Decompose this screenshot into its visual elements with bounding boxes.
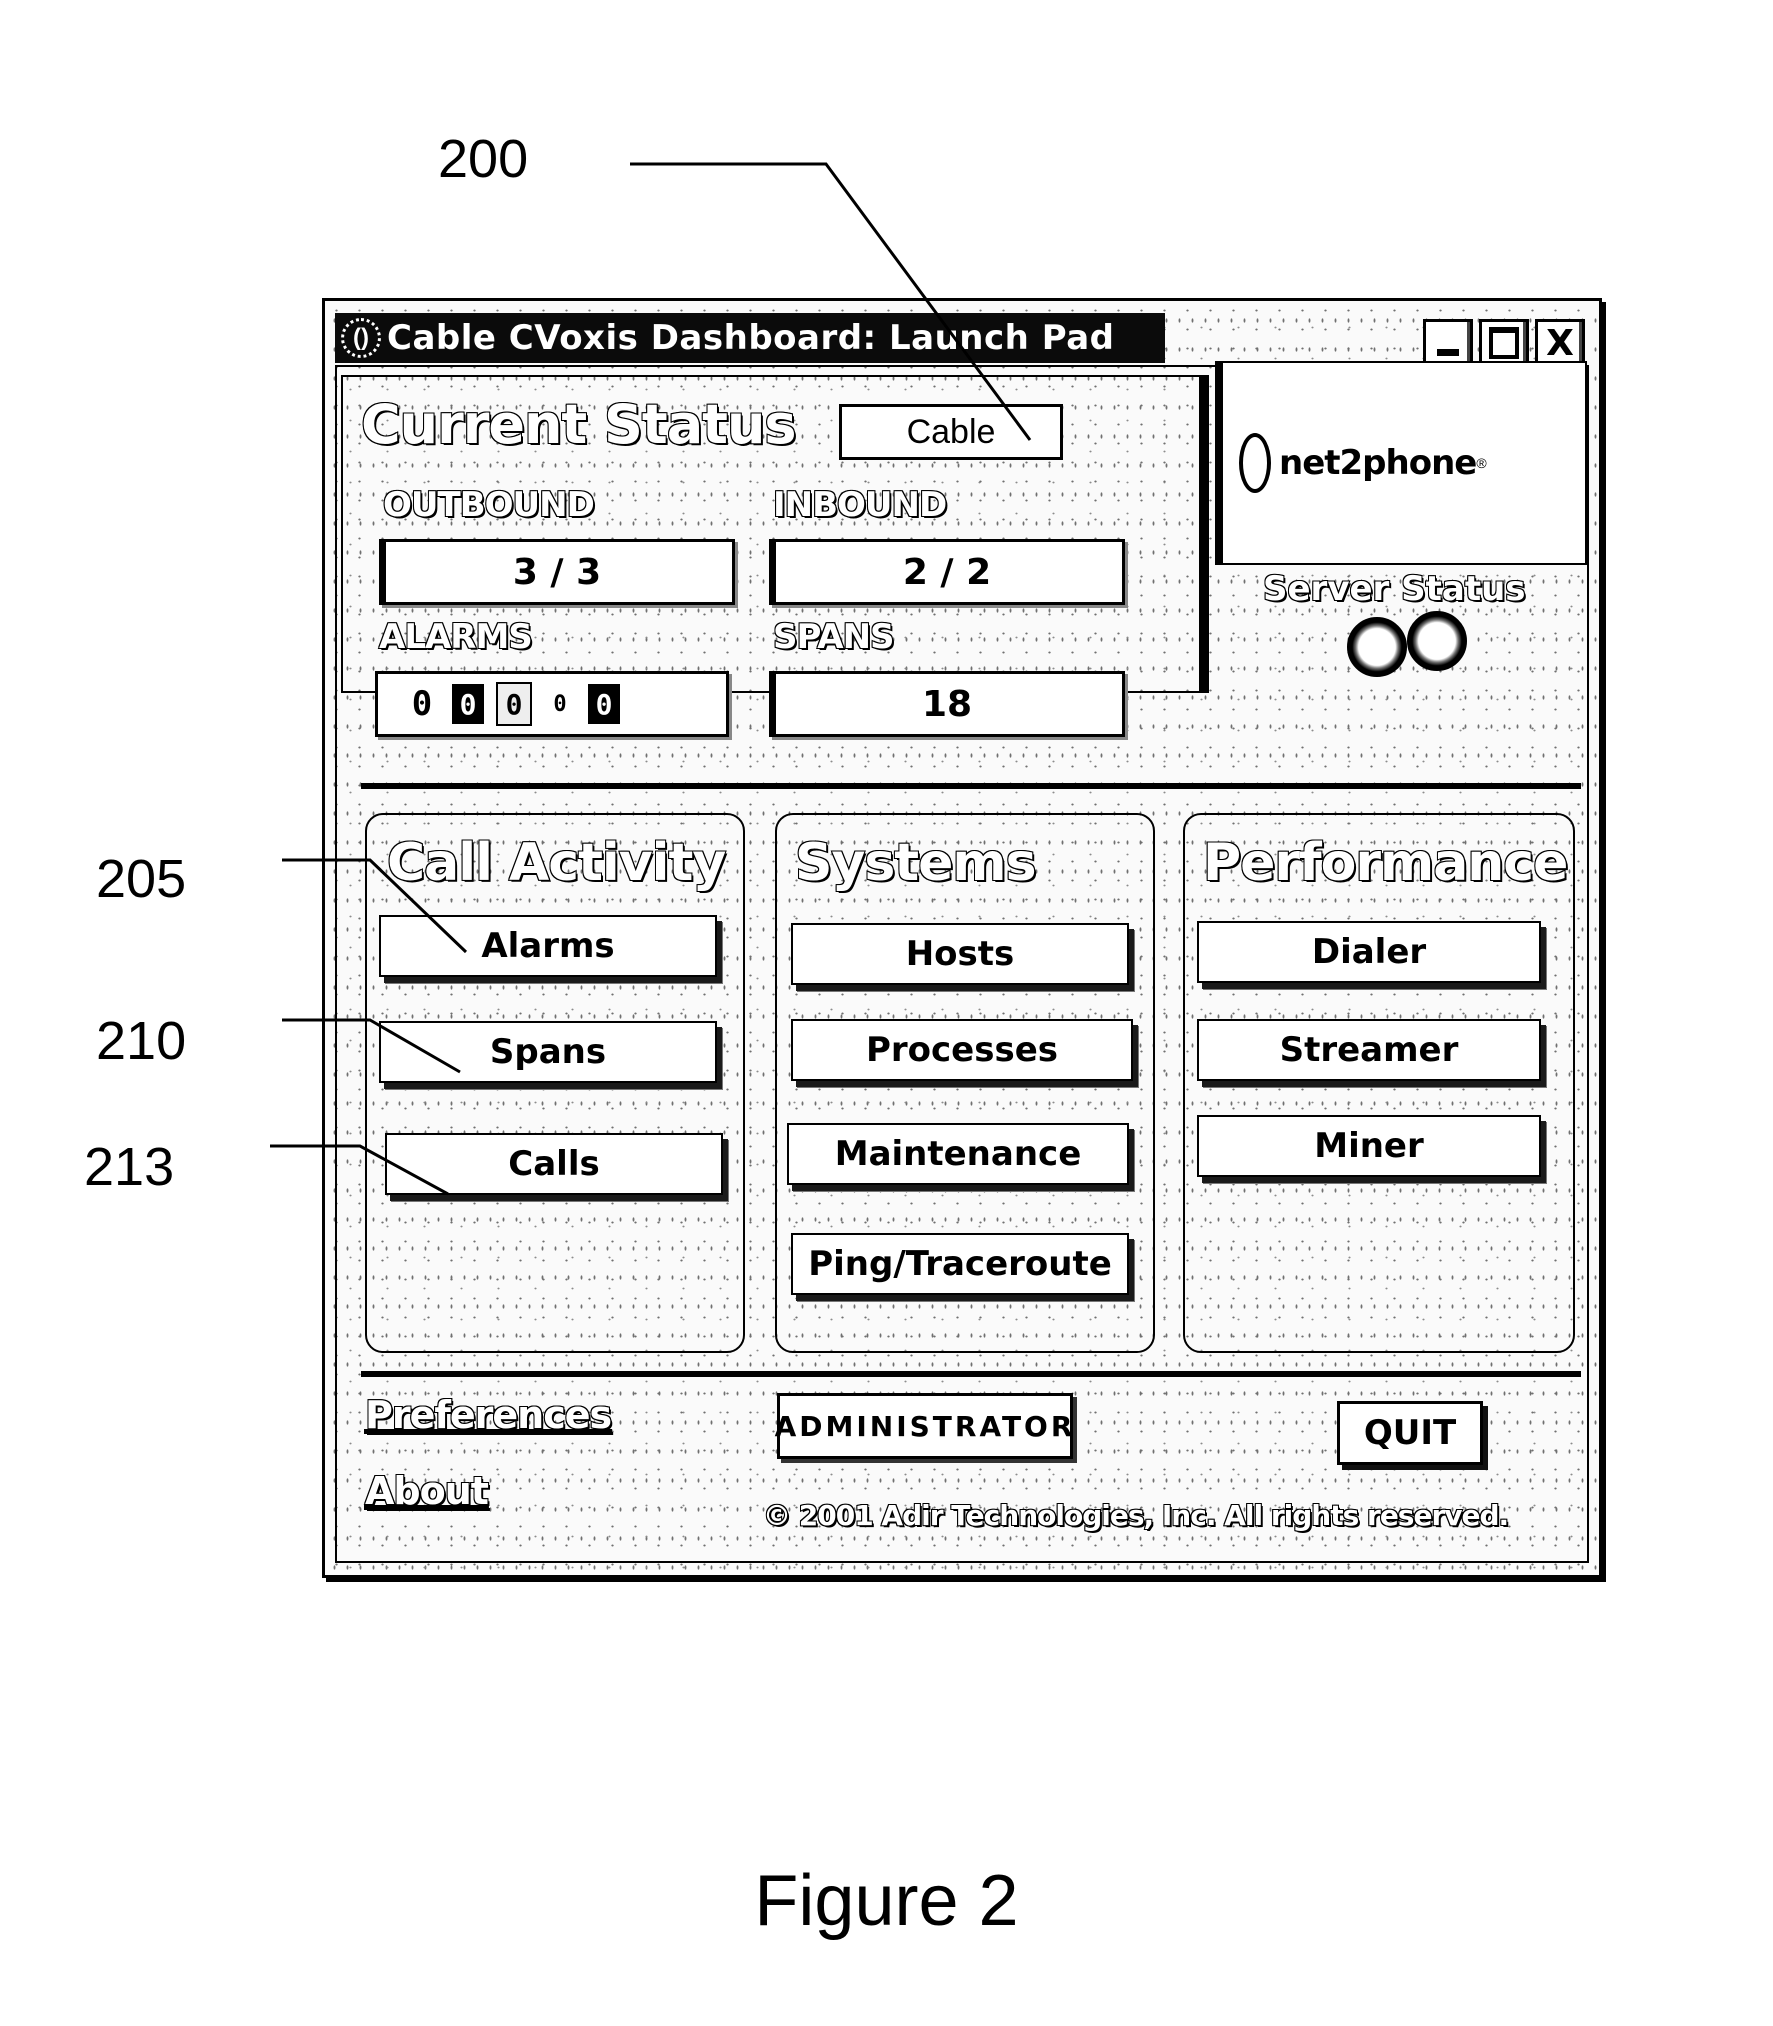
ref-label-200: 200 [438,129,529,189]
cvoxis-logo-icon: () [341,318,381,358]
server-status-label: Server Status [1262,568,1527,610]
title-bar[interactable]: () Cable CVoxis Dashboard: Launch Pad [335,313,1165,363]
maximize-icon [1489,327,1519,359]
trademark-symbol: ® [1476,455,1487,471]
net2phone-logo-icon [1239,433,1271,493]
alarms-button[interactable]: Alarms [379,915,717,977]
alarm-counter-2: 0 [452,684,484,724]
systems-group: Systems Hosts Processes Maintenance Ping… [775,813,1155,1353]
copyright-notice: © 2001 Adir Technologies, Inc. All right… [762,1498,1510,1533]
streamer-button[interactable]: Streamer [1197,1019,1541,1081]
close-icon: X [1546,322,1574,364]
maximize-button[interactable] [1479,319,1529,367]
brand-logo-text: net2phone [1279,443,1477,483]
maintenance-button[interactable]: Maintenance [787,1123,1129,1185]
alarms-counters: 0 0 0 0 0 [375,671,729,737]
spans-label: SPANS [772,616,896,658]
spans-button[interactable]: Spans [379,1021,717,1083]
ref-label-213: 213 [84,1137,175,1197]
section-divider-top [361,783,1581,789]
hosts-button[interactable]: Hosts [791,923,1129,985]
administrator-button[interactable]: ADMINISTRATOR [775,1393,1073,1459]
current-status-heading: Current Status [360,392,798,457]
about-link[interactable]: About [364,1468,490,1514]
ping-traceroute-button[interactable]: Ping/Traceroute [791,1233,1129,1295]
performance-title: Performance [1202,832,1569,894]
mode-field[interactable]: Cable [839,404,1063,460]
minimize-button[interactable] [1423,319,1473,367]
section-divider-bottom [361,1371,1581,1377]
dashboard-window: () Cable CVoxis Dashboard: Launch Pad X … [322,298,1602,1578]
preferences-link[interactable]: Preferences [364,1392,613,1438]
minimize-icon [1437,348,1459,356]
calls-button[interactable]: Calls [385,1133,723,1195]
inbound-label: INBOUND [772,484,948,526]
spans-value: 18 [769,671,1125,737]
window-title: Cable CVoxis Dashboard: Launch Pad [387,318,1115,358]
systems-title: Systems [794,832,1038,894]
processes-button[interactable]: Processes [791,1019,1133,1081]
alarm-counter-4: 0 [553,691,567,717]
performance-group: Performance Dialer Streamer Miner [1183,813,1575,1353]
outbound-label: OUTBOUND [382,484,596,526]
window-controls: X [1423,319,1585,367]
alarm-counter-1: 0 [411,684,433,724]
ref-label-205: 205 [96,849,187,909]
server-status-indicator-2 [1407,611,1467,671]
call-activity-title: Call Activity [386,832,727,894]
alarm-counter-5: 0 [588,684,620,724]
miner-button[interactable]: Miner [1197,1115,1541,1177]
server-status-indicator-1 [1347,617,1407,677]
alarms-label: ALARMS [378,616,534,658]
quit-button[interactable]: QUIT [1337,1401,1483,1465]
close-button[interactable]: X [1535,319,1585,367]
outbound-value: 3 / 3 [379,539,735,605]
ref-label-210: 210 [96,1011,187,1071]
call-activity-group: Call Activity Alarms Spans Calls [365,813,745,1353]
figure-caption: Figure 2 [754,1861,1019,1941]
alarm-counter-3: 0 [496,682,532,726]
brand-logo-panel: net2phone ® [1215,361,1587,565]
inbound-value: 2 / 2 [769,539,1125,605]
dialer-button[interactable]: Dialer [1197,921,1541,983]
